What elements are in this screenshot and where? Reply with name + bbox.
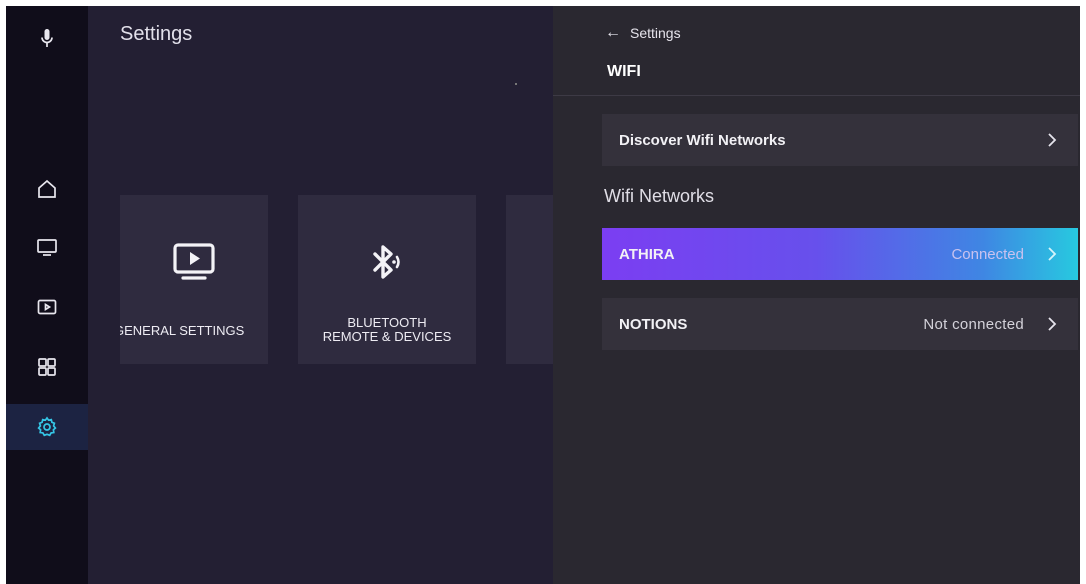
network-status: Not connected bbox=[923, 315, 1024, 333]
apps-grid-icon bbox=[38, 358, 56, 376]
nav-item-media[interactable] bbox=[6, 284, 88, 330]
back-button[interactable]: ← Settings bbox=[605, 24, 681, 42]
tv-play-icon bbox=[173, 243, 215, 280]
tile-label: GENERAL SETTINGS bbox=[120, 323, 245, 338]
tv-icon bbox=[37, 239, 57, 256]
wifi-panel: ← Settings WIFI Discover Wifi Networks W… bbox=[553, 6, 1080, 584]
panel-title: WIFI bbox=[607, 63, 641, 80]
tile-general-settings[interactable]: GENERAL SETTINGS bbox=[120, 195, 268, 364]
tv-screen: Settings GENERAL SETTINGS BLUETOOTH REMO… bbox=[6, 6, 1080, 584]
network-status: Connected bbox=[951, 245, 1024, 263]
microphone-icon bbox=[41, 29, 53, 47]
tile-icon-wrap bbox=[298, 240, 476, 284]
nav-item-apps[interactable] bbox=[6, 344, 88, 390]
back-label: Settings bbox=[630, 25, 681, 41]
nav-item-tv[interactable] bbox=[6, 224, 88, 270]
back-arrow-icon: ← bbox=[605, 24, 621, 41]
nav-item-voice[interactable] bbox=[6, 15, 88, 61]
section-label: Wifi Networks bbox=[604, 186, 715, 206]
discover-networks-row[interactable]: Discover Wifi Networks bbox=[602, 114, 1078, 166]
tile-partial[interactable] bbox=[506, 195, 554, 364]
network-name: ATHIRA bbox=[619, 245, 675, 263]
network-row-notions[interactable]: NOTIONS Not connected bbox=[602, 298, 1078, 350]
page-title: Settings bbox=[120, 23, 193, 45]
divider bbox=[553, 95, 1080, 96]
bluetooth-icon bbox=[373, 245, 400, 279]
network-row-athira[interactable]: ATHIRA Connected bbox=[602, 228, 1078, 280]
media-player-icon bbox=[37, 299, 57, 315]
tile-icon-wrap bbox=[120, 240, 268, 284]
decorative-dot bbox=[515, 83, 517, 85]
tile-label: BLUETOOTH REMOTE & DEVICES bbox=[322, 315, 452, 344]
tile-bluetooth[interactable]: BLUETOOTH REMOTE & DEVICES bbox=[298, 195, 476, 364]
nav-item-settings[interactable] bbox=[6, 404, 88, 450]
gear-icon bbox=[37, 416, 57, 437]
nav-rail bbox=[6, 6, 88, 584]
chevron-right-icon bbox=[1046, 246, 1058, 262]
chevron-right-icon bbox=[1046, 132, 1058, 148]
home-icon bbox=[38, 179, 56, 198]
network-name: NOTIONS bbox=[619, 315, 688, 333]
chevron-right-icon bbox=[1046, 316, 1058, 332]
nav-item-home[interactable] bbox=[6, 166, 88, 212]
row-label: Discover Wifi Networks bbox=[619, 131, 786, 149]
